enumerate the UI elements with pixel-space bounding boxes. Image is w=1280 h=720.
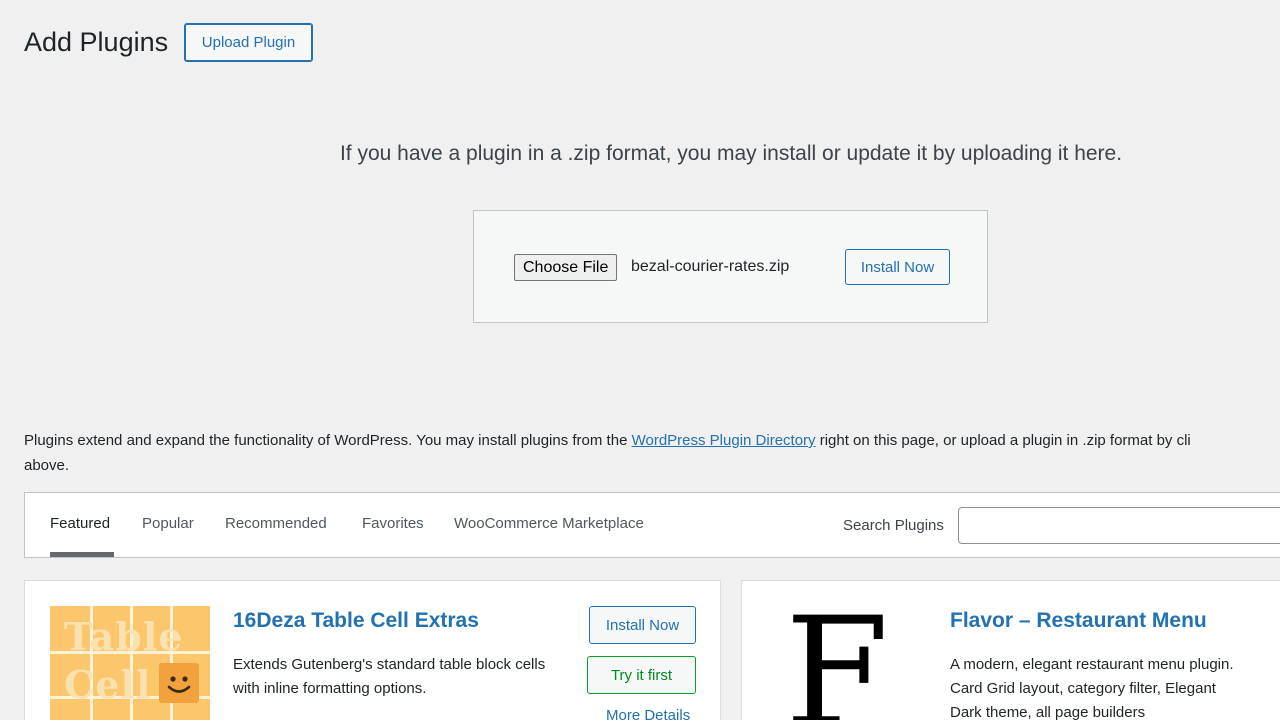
plugin-card: F Flavor – Restaurant Menu A modern, ele… [741, 580, 1280, 720]
plugin-card: Table Cell 16Deza Table Cell Extras Exte… [24, 580, 721, 720]
more-details-link[interactable]: More Details [606, 707, 690, 720]
search-plugins-input[interactable] [958, 507, 1280, 544]
thumb-word: Table [64, 614, 184, 659]
description-text-end: above. [24, 457, 70, 474]
search-plugins-label: Search Plugins [843, 517, 944, 534]
install-now-button[interactable]: Install Now [845, 249, 950, 285]
description-text-cont: right on this page, or upload a plugin i… [815, 432, 1191, 449]
add-plugins-page: Add Plugins Upload Plugin If you have a … [0, 0, 1280, 720]
plugin-name-link[interactable]: Flavor – Restaurant Menu [950, 609, 1207, 633]
plugin-filter-bar: Featured Popular Recommended Favorites W… [24, 492, 1280, 558]
plugins-description: Plugins extend and expand the functional… [24, 428, 1280, 478]
try-it-first-button[interactable]: Try it first [587, 656, 696, 694]
selected-file-name: bezal-courier-rates.zip [631, 258, 790, 275]
thumb-word: Cell [64, 662, 152, 707]
plugin-directory-link[interactable]: WordPress Plugin Directory [632, 432, 816, 449]
plugin-name-link[interactable]: 16Deza Table Cell Extras [233, 609, 479, 633]
tab-woocommerce-marketplace[interactable]: WooCommerce Marketplace [454, 515, 644, 532]
tab-recommended[interactable]: Recommended [225, 515, 327, 532]
choose-file-button[interactable]: Choose File [514, 254, 618, 281]
page-title: Add Plugins [24, 27, 169, 57]
upload-form: Choose File bezal-courier-rates.zip Inst… [473, 210, 988, 323]
tab-popular[interactable]: Popular [142, 515, 194, 532]
plugin-thumbnail[interactable]: F [777, 603, 897, 720]
smiley-icon [159, 663, 199, 703]
tab-featured[interactable]: Featured [50, 515, 110, 532]
plugin-description: A modern, elegant restaurant menu plugin… [950, 656, 1234, 720]
upload-plugin-button[interactable]: Upload Plugin [184, 23, 313, 62]
current-tab-indicator [50, 552, 114, 557]
plugin-description: Extends Gutenberg's standard table block… [233, 656, 546, 697]
plugin-thumbnail[interactable]: Table Cell [50, 606, 210, 720]
tab-favorites[interactable]: Favorites [362, 515, 424, 532]
upload-help-text: If you have a plugin in a .zip format, y… [339, 142, 1123, 165]
install-now-button[interactable]: Install Now [589, 606, 696, 644]
description-text: Plugins extend and expand the functional… [24, 432, 632, 449]
